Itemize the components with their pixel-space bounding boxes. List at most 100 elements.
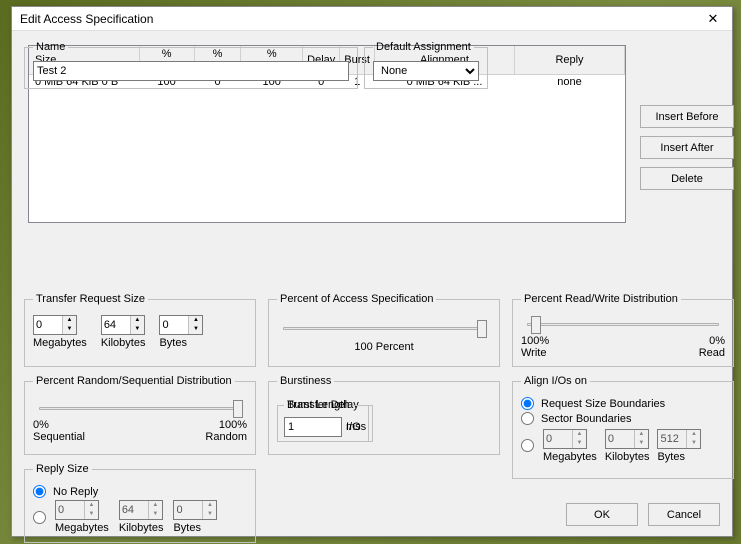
up-arrow-icon: ▲ <box>687 430 700 439</box>
poa-slider[interactable] <box>283 319 485 337</box>
prw-left-pct: 100% <box>521 335 549 347</box>
reply-legend: Reply Size <box>33 463 92 475</box>
down-arrow-icon: ▼ <box>203 510 216 519</box>
group-percent-random-seq: Percent Random/Sequential Distribution 0… <box>24 375 256 455</box>
no-reply-label: No Reply <box>53 486 98 498</box>
name-legend: Name <box>33 41 68 53</box>
prs-left-label: Sequential <box>33 431 85 443</box>
cancel-button[interactable]: Cancel <box>648 503 720 526</box>
bl-unit: I/Os <box>346 421 366 433</box>
align-kb-spinner: ▲▼ <box>605 429 649 449</box>
align-legend: Align I/Os on <box>521 375 590 387</box>
align-b-spinner: ▲▼ <box>657 429 701 449</box>
prs-left-pct: 0% <box>33 419 49 431</box>
prs-right-label: Random <box>205 431 247 443</box>
poa-legend: Percent of Access Specification <box>277 293 436 305</box>
ok-button[interactable]: OK <box>566 503 638 526</box>
trs-kb-input[interactable] <box>102 316 130 334</box>
trs-b-spinner[interactable]: ▲▼ <box>159 315 203 335</box>
trs-b-input[interactable] <box>160 316 188 334</box>
prw-slider[interactable] <box>527 315 719 333</box>
prw-left-label: Write <box>521 347 546 359</box>
burst-length-input[interactable] <box>284 417 342 437</box>
align-kb-label: Kilobytes <box>605 451 650 463</box>
align-mb-label: Megabytes <box>543 451 597 463</box>
window-title: Edit Access Specification <box>20 12 696 26</box>
align-kb-input <box>606 430 634 448</box>
radio-sector-boundaries[interactable] <box>521 412 534 425</box>
default-assignment-select[interactable]: None <box>373 61 479 81</box>
group-reply-size: Reply Size No Reply ▲▼ Megabytes ▲▼ Kilo… <box>24 463 256 543</box>
trs-kb-spinner[interactable]: ▲▼ <box>101 315 145 335</box>
name-input[interactable] <box>33 61 349 81</box>
cell-reply: none <box>515 75 625 90</box>
down-arrow-icon[interactable]: ▼ <box>63 325 76 334</box>
prs-legend: Percent Random/Sequential Distribution <box>33 375 235 387</box>
trs-kb-label: Kilobytes <box>101 337 146 349</box>
prw-legend: Percent Read/Write Distribution <box>521 293 681 305</box>
align-opt1-label: Request Size Boundaries <box>541 398 665 410</box>
group-percent-read-write: Percent Read/Write Distribution 100% 0% … <box>512 293 734 367</box>
group-name: Name <box>24 41 358 89</box>
col-reply[interactable]: Reply <box>515 46 625 75</box>
prw-right-label: Read <box>699 347 725 359</box>
titlebar: Edit Access Specification ✕ <box>12 7 732 31</box>
close-icon: ✕ <box>708 11 719 27</box>
group-align-io: Align I/Os on Request Size Boundaries Se… <box>512 375 734 479</box>
prw-right-pct: 0% <box>709 335 725 347</box>
radio-custom-align[interactable] <box>521 439 534 452</box>
trs-mb-input[interactable] <box>34 316 62 334</box>
reply-b-label: Bytes <box>173 522 201 534</box>
group-default-assignment: Default Assignment None <box>364 41 488 89</box>
group-burstiness: Burstiness Transfer Delay ms Burst Lengt… <box>268 375 500 455</box>
align-b-input <box>658 430 686 448</box>
align-b-label: Bytes <box>657 451 685 463</box>
group-burst-length: Burst Length I/Os <box>277 399 373 442</box>
down-arrow-icon: ▼ <box>149 510 162 519</box>
group-percent-access-spec: Percent of Access Specification 100 Perc… <box>268 293 500 367</box>
align-mb-input <box>544 430 572 448</box>
slider-thumb-icon[interactable] <box>233 400 243 418</box>
reply-mb-label: Megabytes <box>55 522 109 534</box>
prs-slider[interactable] <box>39 399 241 417</box>
trs-mb-spinner[interactable]: ▲▼ <box>33 315 77 335</box>
down-arrow-icon[interactable]: ▼ <box>131 325 144 334</box>
radio-request-size-boundaries[interactable] <box>521 397 534 410</box>
insert-before-button[interactable]: Insert Before <box>640 105 734 128</box>
radio-reply-custom[interactable] <box>33 511 46 524</box>
radio-no-reply[interactable] <box>33 485 46 498</box>
insert-after-button[interactable]: Insert After <box>640 136 734 159</box>
close-button[interactable]: ✕ <box>696 9 730 29</box>
reply-kb-input <box>120 501 148 519</box>
delete-button[interactable]: Delete <box>640 167 734 190</box>
reply-kb-label: Kilobytes <box>119 522 164 534</box>
up-arrow-icon[interactable]: ▲ <box>189 316 202 325</box>
up-arrow-icon[interactable]: ▲ <box>63 316 76 325</box>
trs-mb-label: Megabytes <box>33 337 87 349</box>
slider-thumb-icon[interactable] <box>477 320 487 338</box>
align-opt2-label: Sector Boundaries <box>541 413 632 425</box>
poa-value-label: 100 Percent <box>277 341 491 353</box>
up-arrow-icon: ▲ <box>635 430 648 439</box>
burst-legend: Burstiness <box>277 375 334 387</box>
slider-thumb-icon[interactable] <box>531 316 541 334</box>
down-arrow-icon[interactable]: ▼ <box>189 325 202 334</box>
reply-b-spinner: ▲▼ <box>173 500 217 520</box>
align-mb-spinner: ▲▼ <box>543 429 587 449</box>
up-arrow-icon: ▲ <box>203 501 216 510</box>
reply-mb-input <box>56 501 84 519</box>
up-arrow-icon: ▲ <box>85 501 98 510</box>
dialog-buttons: OK Cancel <box>566 503 720 526</box>
up-arrow-icon[interactable]: ▲ <box>131 316 144 325</box>
down-arrow-icon: ▼ <box>687 439 700 448</box>
up-arrow-icon: ▲ <box>149 501 162 510</box>
down-arrow-icon: ▼ <box>85 510 98 519</box>
side-buttons: Insert Before Insert After Delete <box>640 105 734 198</box>
reply-kb-spinner: ▲▼ <box>119 500 163 520</box>
prs-right-pct: 100% <box>219 419 247 431</box>
reply-mb-spinner: ▲▼ <box>55 500 99 520</box>
group-transfer-request-size: Transfer Request Size ▲▼ Megabytes ▲▼ Ki… <box>24 293 256 367</box>
dialog-edit-access-spec: Edit Access Specification ✕ Name Default… <box>11 6 733 537</box>
trs-b-label: Bytes <box>159 337 187 349</box>
trs-legend: Transfer Request Size <box>33 293 148 305</box>
